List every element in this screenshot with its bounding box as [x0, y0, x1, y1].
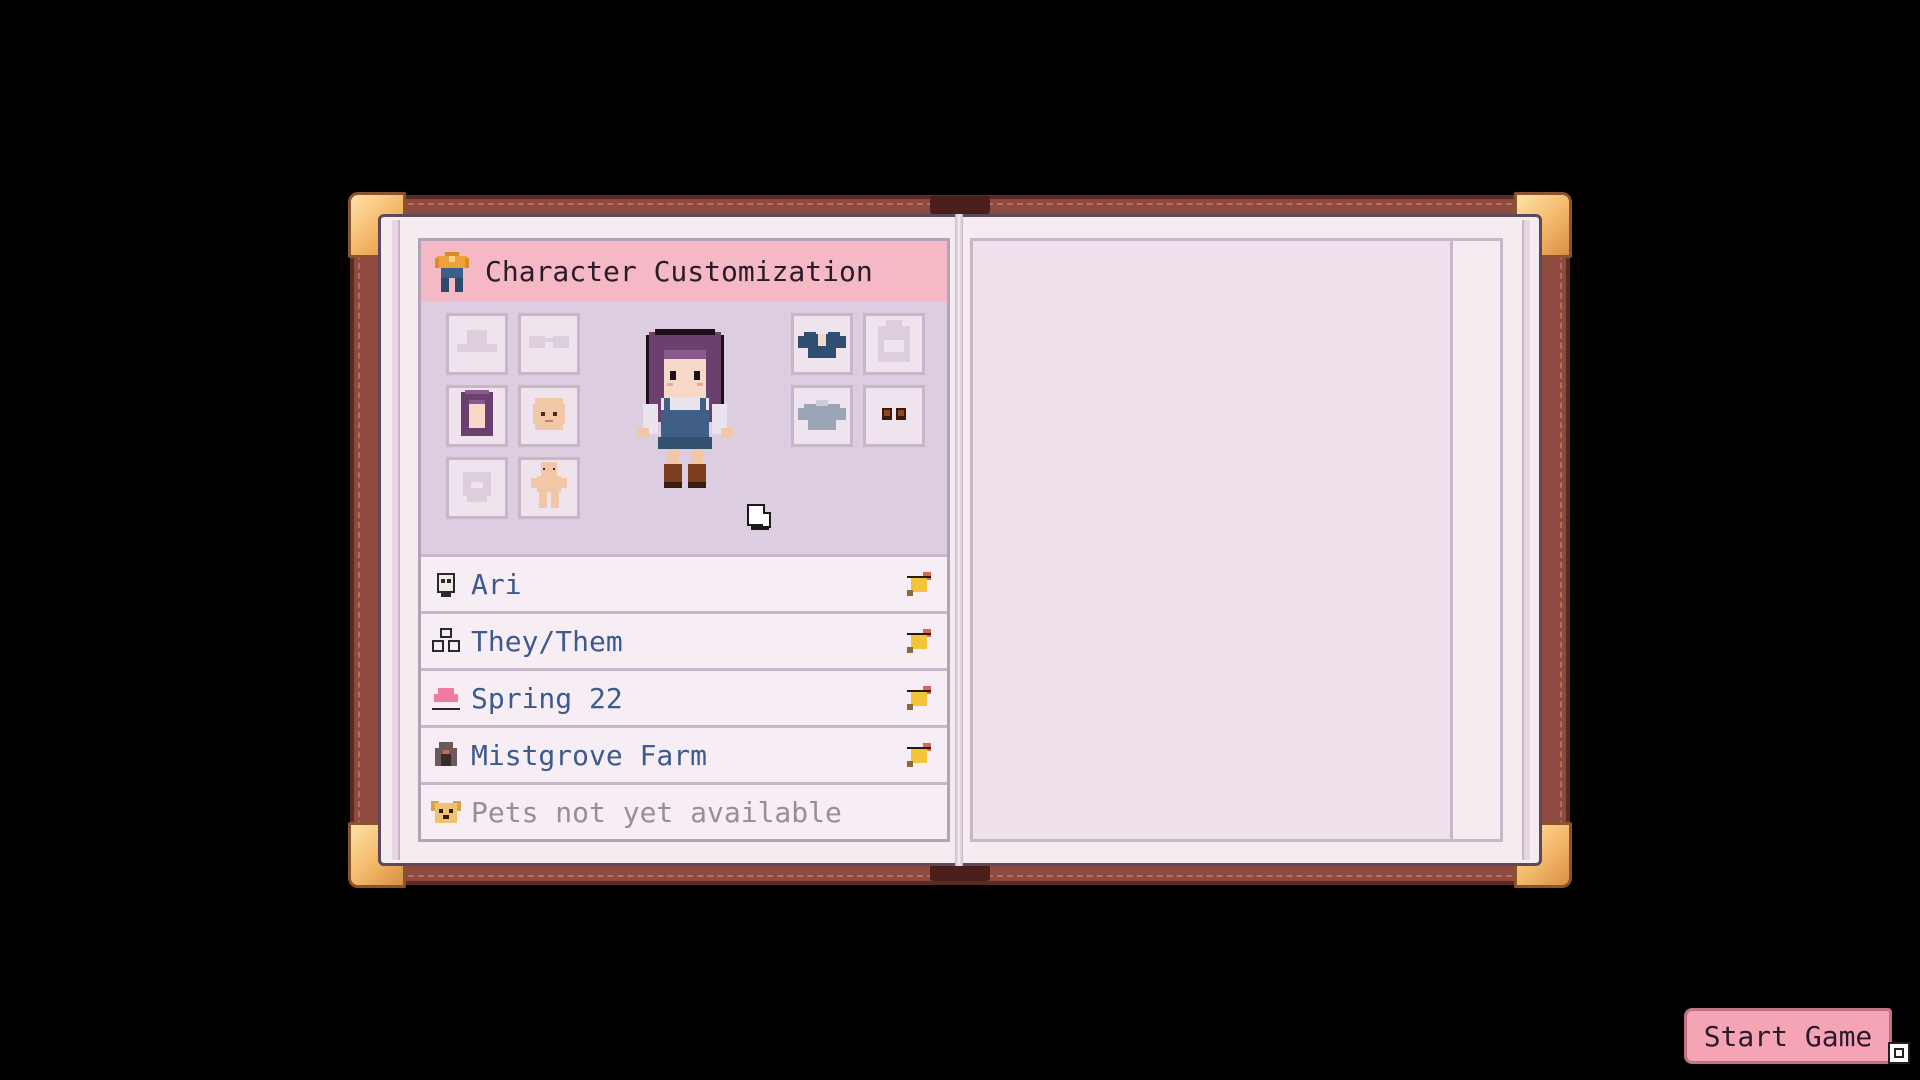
- pronouns-value: They/Them: [471, 624, 623, 658]
- pet-row: Pets not yet available: [421, 782, 947, 839]
- equipment-slot-area: [421, 302, 947, 554]
- game-screen: Character Customization Ari They/Them Sp…: [0, 0, 1920, 1080]
- right-page-content-frame: [970, 238, 1503, 842]
- hat-icon: [455, 326, 499, 362]
- outer-shirt-icon: [798, 396, 846, 436]
- pencil-icon[interactable]: [905, 741, 935, 771]
- body-slot[interactable]: [518, 457, 580, 519]
- shirt-icon: [798, 324, 846, 364]
- backpack-slot[interactable]: [863, 313, 925, 375]
- beard-slot[interactable]: [446, 457, 508, 519]
- outerwear-slot[interactable]: [791, 385, 853, 447]
- right-page-side-strip: [1450, 241, 1500, 839]
- right-page-edge: [1522, 220, 1530, 860]
- face-icon: [529, 394, 569, 438]
- birthday-row[interactable]: Spring 22: [421, 668, 947, 725]
- face-slot[interactable]: [518, 385, 580, 447]
- panel-header: Character Customization: [421, 241, 947, 305]
- customization-panel: Character Customization Ari They/Them Sp…: [418, 238, 950, 842]
- character-info-list: Ari They/Them Spring 22 Mistgrove Farm P…: [421, 554, 947, 839]
- cake-icon: [431, 683, 461, 713]
- pet-icon: [431, 797, 461, 827]
- pronouns-row[interactable]: They/Them: [421, 611, 947, 668]
- birthday-value: Spring 22: [471, 681, 623, 715]
- farm-name-row[interactable]: Mistgrove Farm: [421, 725, 947, 782]
- left-page-edge: [392, 220, 400, 860]
- hand-cursor-icon: [745, 502, 775, 532]
- shirt-slot[interactable]: [791, 313, 853, 375]
- shirt-icon: [435, 251, 469, 292]
- pet-status-text: Pets not yet available: [471, 795, 842, 829]
- beard-icon: [457, 466, 497, 510]
- body-icon: [531, 462, 567, 514]
- pencil-icon[interactable]: [905, 627, 935, 657]
- book-center-fold: [955, 214, 963, 866]
- panel-title: Character Customization: [485, 255, 873, 288]
- shoes-icon: [880, 406, 908, 426]
- name-row[interactable]: Ari: [421, 554, 947, 611]
- controller-button-icon: [1888, 1042, 1910, 1064]
- book-spine-top: [930, 196, 990, 214]
- hat-slot[interactable]: [446, 313, 508, 375]
- glasses-icon: [527, 332, 571, 356]
- hair-icon: [455, 390, 499, 442]
- pencil-icon[interactable]: [905, 570, 935, 600]
- character-preview: [631, 328, 739, 498]
- pronouns-icon: [431, 626, 461, 656]
- backpack-icon: [874, 320, 914, 368]
- farm-name-value: Mistgrove Farm: [471, 738, 708, 772]
- start-game-button[interactable]: Start Game: [1684, 1008, 1892, 1064]
- glasses-slot[interactable]: [518, 313, 580, 375]
- name-value: Ari: [471, 567, 522, 601]
- start-game-label: Start Game: [1703, 1019, 1873, 1053]
- pencil-icon[interactable]: [905, 684, 935, 714]
- smiley-icon: [431, 569, 461, 599]
- barn-icon: [431, 740, 461, 770]
- shoes-slot[interactable]: [863, 385, 925, 447]
- hair-slot[interactable]: [446, 385, 508, 447]
